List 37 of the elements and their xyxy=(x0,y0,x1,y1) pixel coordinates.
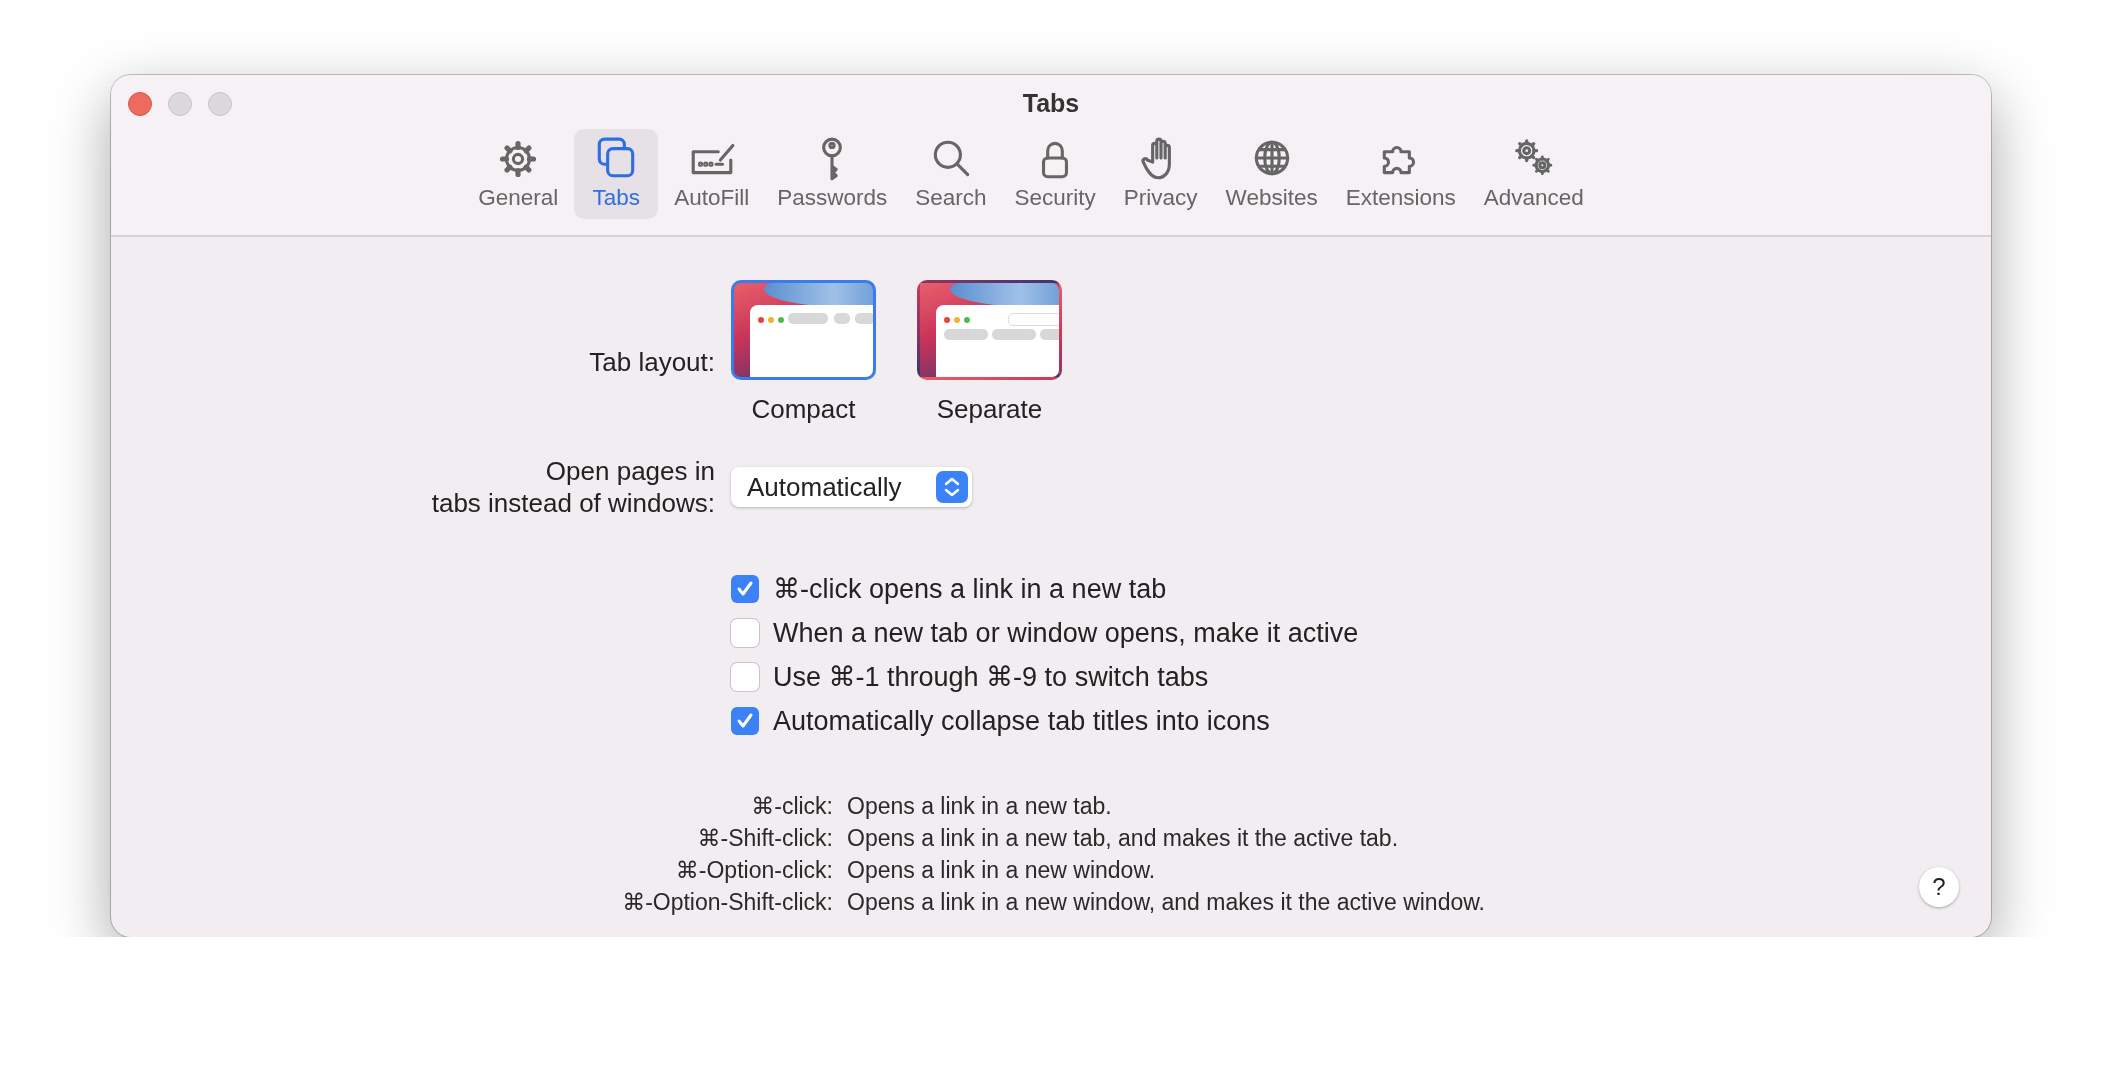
shortcut-key: ⌘-click: xyxy=(111,793,847,820)
toolbar-tab[interactable]: Tabs xyxy=(574,129,659,219)
toolbar-tab[interactable]: General xyxy=(466,129,571,219)
field-label: Tab layout: xyxy=(588,346,716,378)
option-label: Compact xyxy=(751,394,856,425)
toolbar-tab[interactable]: Security xyxy=(1002,129,1108,219)
stepper-icon xyxy=(936,471,968,503)
help-button[interactable]: ? xyxy=(1919,867,1959,907)
checkbox[interactable] xyxy=(731,707,759,735)
window-title: Tabs xyxy=(1022,89,1080,118)
browser-thumbnail-drawing[interactable] xyxy=(731,280,876,380)
shortcut-key: ⌘-Option-Shift-click: xyxy=(111,889,847,916)
toolbar-tab[interactable]: Passwords xyxy=(765,129,900,219)
shortcut-description: Opens a link in a new window, and makes it the active window. xyxy=(847,889,1486,916)
toolbar-tab[interactable]: Extensions xyxy=(1333,129,1468,219)
toolbar-tab[interactable]: AutoFill xyxy=(662,129,762,219)
browser-thumbnail-drawing[interactable] xyxy=(917,280,1062,380)
shortcut-description: Opens a link in a new window. xyxy=(847,857,1157,884)
close-button[interactable] xyxy=(128,92,152,116)
option-label: Separate xyxy=(936,394,1043,425)
field-label: Open pages in tabs instead of windows: xyxy=(430,455,716,519)
shortcut-description: Opens a link in a new tab. xyxy=(847,793,1113,820)
toolbar-tab[interactable]: Search xyxy=(903,129,999,219)
shortcut-key: ⌘-Option-click: xyxy=(111,857,847,884)
shortcut-key: ⌘-Shift-click: xyxy=(111,825,847,852)
toolbar-tab[interactable]: Privacy xyxy=(1111,129,1210,219)
toolbar-tab[interactable]: Advanced xyxy=(1471,129,1596,219)
checkbox-label[interactable]: Automatically collapse tab titles into icons xyxy=(773,706,1270,736)
shortcut-description: Opens a link in a new tab, and makes it the active tab. xyxy=(847,825,1400,852)
toolbar-tab[interactable]: Websites xyxy=(1213,129,1330,219)
checkbox-label[interactable]: Use ⌘-1 through ⌘-9 to switch tabs xyxy=(773,662,1209,692)
checkbox[interactable] xyxy=(731,663,759,691)
checkbox[interactable] xyxy=(731,619,759,647)
popup-button[interactable]: Automatically xyxy=(731,467,972,507)
checkbox-label[interactable]: When a new tab or window opens, make it active xyxy=(773,618,1359,648)
checkbox-label[interactable]: ⌘-click opens a link in a new tab xyxy=(773,574,1167,604)
checkbox[interactable] xyxy=(731,575,759,603)
